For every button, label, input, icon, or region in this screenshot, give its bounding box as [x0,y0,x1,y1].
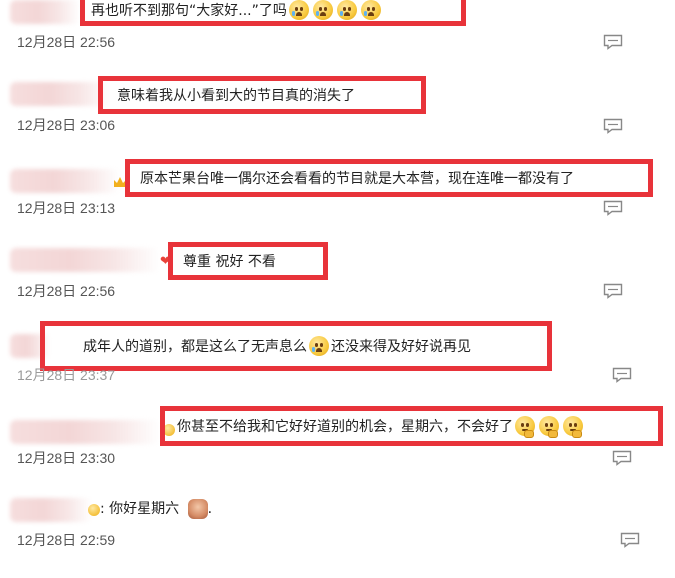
comment-item: 你甚至不给我和它好好道别的机会，星期六，不会好了 12月28日 23:30 [0,402,675,474]
comment-highlight-box: 成年人的道别，都是这么了无声息么 还没来得及好好说再见 [40,321,552,371]
comment-text-continued: 还没来得及好好说再见 [331,339,471,355]
comment-icon[interactable] [620,532,640,548]
comment-highlight-box: 尊重 祝好 不看 [168,242,328,280]
comment-text: 再也听不到那句“大家好...”了吗 [91,3,287,19]
username-blurred[interactable] [10,169,120,193]
comment-timestamp: 12月28日 22:59 [17,532,116,548]
comment-item: 成年人的道别，都是这么了无声息么 还没来得及好好说再见 12月28日 23:37 [0,318,675,390]
comment-highlight-box: 你甚至不给我和它好好道别的机会，星期六，不会好了 [160,406,663,446]
crying-face-icon [336,0,357,20]
username-blurred[interactable] [10,420,160,444]
comment-icon[interactable] [603,200,623,216]
comment-timestamp: 12月28日 23:30 [17,450,116,466]
comment-item: 再也听不到那句“大家好...”了吗 12月28日 22:56 [0,0,675,60]
comment-icon[interactable] [603,118,623,134]
comment-item: 尊重 祝好 不看 12月28日 22:56 [0,238,675,308]
comment-icon[interactable] [612,450,632,466]
comment-icon[interactable] [603,34,623,50]
username-blurred[interactable] [10,248,160,272]
comment-highlight-box: 再也听不到那句“大家好...”了吗 [80,0,466,26]
comment-item: 原本芒果台唯一偶尔还会看看的节目就是大本营，现在连唯一都没有了 12月28日 2… [0,155,675,225]
comment-text: 你好星期六 [109,501,180,517]
comment-icon[interactable] [612,367,632,383]
comment-text: 尊重 祝好 不看 [183,254,276,270]
comment-icon[interactable] [603,283,623,299]
username-blurred[interactable] [10,0,80,24]
user-badge-icon [88,504,100,516]
comment-timestamp: 12月28日 22:56 [17,34,116,50]
comment-body: : 你好星期六 . [100,498,212,519]
thinking-face-icon [563,416,583,438]
thinking-face-icon [515,416,535,438]
comment-timestamp: 12月28日 23:13 [17,200,116,216]
comment-timestamp: 12月28日 23:37 [17,367,116,383]
comment-timestamp: 12月28日 22:56 [17,283,116,299]
comment-highlight-box: 意味着我从小看到大的节目真的消失了 [98,76,426,114]
thinking-face-icon [539,416,559,438]
username-blurred[interactable] [10,82,110,106]
crying-face-icon [309,336,329,356]
comment-highlight-box: 原本芒果台唯一偶尔还会看看的节目就是大本营，现在连唯一都没有了 [125,159,653,197]
username-blurred[interactable] [10,498,92,522]
comment-text: 成年人的道别，都是这么了无声息么 [83,339,307,355]
comment-timestamp: 12月28日 23:06 [17,117,116,133]
comment-period: . [207,501,213,517]
crying-face-icon [360,0,381,20]
comment-text: 意味着我从小看到大的节目真的消失了 [117,88,355,104]
crying-face-icon [288,0,309,20]
comment-text: 你甚至不给我和它好好道别的机会，星期六，不会好了 [177,419,513,435]
comment-separator: : [100,501,105,517]
crying-face-icon [312,0,333,20]
comment-text: 原本芒果台唯一偶尔还会看看的节目就是大本营，现在连唯一都没有了 [140,171,574,187]
sticker-icon [187,499,208,519]
comment-item: 意味着我从小看到大的节目真的消失了 12月28日 23:06 [0,70,675,140]
comment-item: : 你好星期六 . 12月28日 22:59 [0,490,675,570]
